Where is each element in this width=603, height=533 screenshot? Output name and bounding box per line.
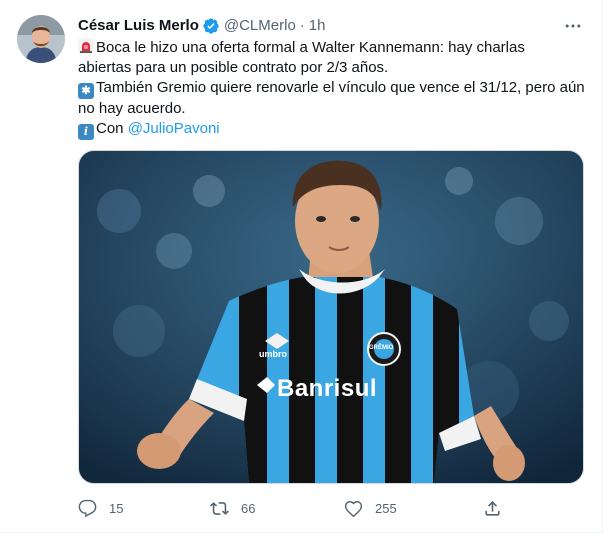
tweet-line-1: Boca le hizo una oferta formal a Walter … <box>78 38 588 58</box>
tweet-line-1-text: Boca le hizo una oferta formal a Walter … <box>96 39 525 56</box>
retweet-button[interactable]: 66 <box>210 496 255 520</box>
jersey-brand-text: umbro <box>259 349 287 359</box>
tweet-line-3-text: También Gremio quiere renovarle el víncu… <box>96 79 585 96</box>
share-icon <box>485 500 500 516</box>
tweet-line-2: abiertas para un posible contrato por 2/… <box>78 59 389 76</box>
separator-dot: · <box>299 17 305 34</box>
jersey-sponsor-text: Banrisul <box>277 375 378 402</box>
verified-badge-icon <box>202 17 220 35</box>
tweet-actions: 15 66 255 <box>78 496 518 520</box>
reply-button[interactable]: 15 <box>78 496 123 520</box>
more-options-icon[interactable] <box>562 16 584 36</box>
tweet-line-3: ✱ También Gremio quiere renovarle el vínc… <box>78 78 588 99</box>
tweet-card[interactable]: César Luis Merlo @CLMerlo · 1h Boca le h… <box>0 0 603 533</box>
mention-link[interactable]: @JulioPavoni <box>128 120 220 137</box>
asterisk-icon: ✱ <box>78 83 94 99</box>
tweet-photo[interactable]: Banrisul umbro GRÊMIO <box>78 150 584 484</box>
like-count: 255 <box>375 500 397 516</box>
tweet-text: Boca le hizo una oferta formal a Walter … <box>78 38 588 140</box>
tweet-timestamp[interactable]: 1h <box>309 16 326 36</box>
avatar-photo <box>17 15 65 63</box>
credit-prefix: Con <box>96 120 128 137</box>
reply-count: 15 <box>109 500 124 516</box>
retweet-icon <box>210 501 229 515</box>
tweet-header: César Luis Merlo @CLMerlo · 1h <box>78 16 325 36</box>
tweet-line-4: no hay acuerdo. <box>78 100 186 117</box>
player-photo <box>79 151 583 483</box>
avatar[interactable] <box>17 15 65 63</box>
retweet-count: 66 <box>241 500 256 516</box>
information-icon: i <box>78 124 94 140</box>
heart-icon <box>344 500 363 517</box>
like-button[interactable]: 255 <box>344 496 397 520</box>
author-handle[interactable]: @CLMerlo <box>224 16 296 36</box>
share-button[interactable] <box>483 496 514 520</box>
tweet-line-5: i Con @JulioPavoni <box>78 119 588 140</box>
police-siren-icon <box>78 38 94 54</box>
jersey-crest-text: GRÊMIO <box>369 345 394 351</box>
reply-icon <box>78 499 97 517</box>
author-name[interactable]: César Luis Merlo <box>78 16 199 36</box>
